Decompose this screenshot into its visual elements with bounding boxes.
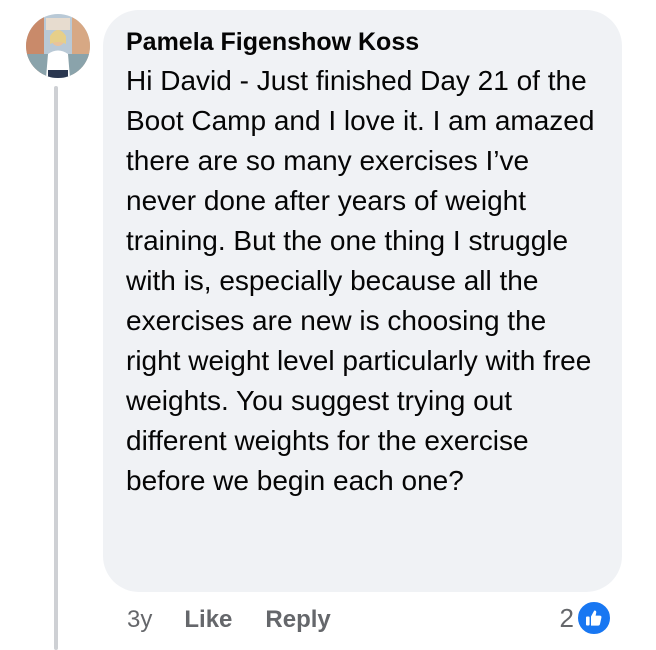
comment-actions: 3y Like Reply: [127, 604, 331, 636]
reaction-summary[interactable]: 2: [560, 600, 612, 636]
thread-line: [54, 86, 58, 650]
comment-bubble: Pamela Figenshow Koss Hi David - Just fi…: [103, 10, 622, 592]
reply-button[interactable]: Reply: [265, 606, 330, 634]
avatar-photo: [26, 14, 90, 78]
comment-thread: Pamela Figenshow Koss Hi David - Just fi…: [0, 0, 656, 650]
thumbs-up-icon: [576, 600, 612, 636]
comment-timestamp[interactable]: 3y: [127, 606, 152, 634]
reaction-count: 2: [559, 602, 574, 633]
comment-author[interactable]: Pamela Figenshow Koss: [126, 26, 602, 58]
comment-text: Hi David - Just finished Day 21 of the B…: [126, 65, 595, 496]
avatar[interactable]: [26, 14, 90, 78]
like-button[interactable]: Like: [184, 606, 232, 634]
